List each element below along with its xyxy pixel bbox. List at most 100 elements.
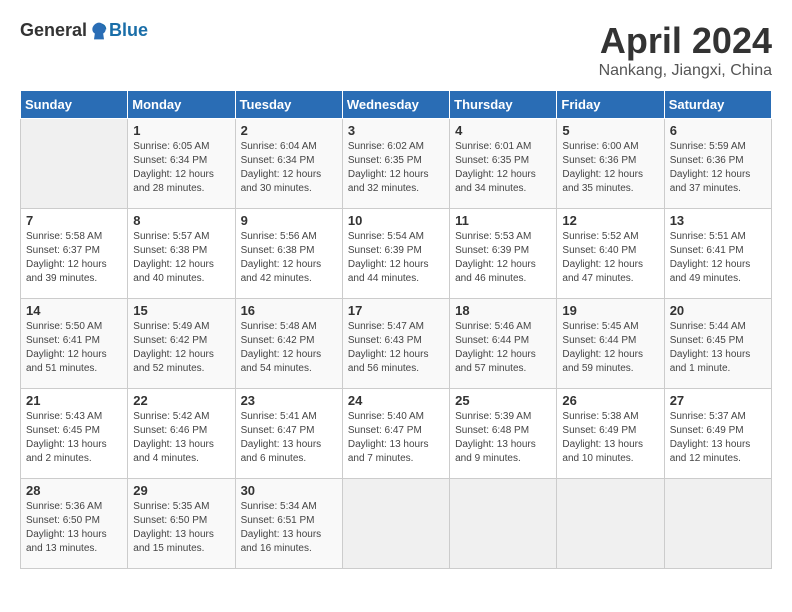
day-info: Sunrise: 6:01 AM Sunset: 6:35 PM Dayligh… — [455, 140, 551, 196]
day-info: Sunrise: 5:48 AM Sunset: 6:42 PM Dayligh… — [241, 320, 337, 376]
day-number: 30 — [241, 483, 337, 498]
calendar-cell: 20 Sunrise: 5:44 AM Sunset: 6:45 PM Dayli… — [664, 299, 771, 389]
header-day-monday: Monday — [128, 91, 235, 119]
calendar-cell: 30 Sunrise: 5:34 AM Sunset: 6:51 PM Dayli… — [235, 479, 342, 569]
calendar-cell: 23Sunrise: 5:41 AM Sunset: 6:47 PM Dayli… — [235, 389, 342, 479]
calendar-cell: 26Sunrise: 5:38 AM Sunset: 6:49 PM Dayli… — [557, 389, 664, 479]
calendar-cell: 28 Sunrise: 5:36 AM Sunset: 6:50 PM Dayli… — [21, 479, 128, 569]
day-number: 17 — [348, 303, 444, 318]
header-row: SundayMondayTuesdayWednesdayThursdayFrid… — [21, 91, 772, 119]
day-number: 1 — [133, 123, 229, 138]
calendar-cell: 17 Sunrise: 5:47 AM Sunset: 6:43 PM Dayli… — [342, 299, 449, 389]
header-day-friday: Friday — [557, 91, 664, 119]
day-number: 28 — [26, 483, 122, 498]
day-number: 27 — [670, 393, 766, 408]
day-info: Sunrise: 5:57 AM Sunset: 6:38 PM Dayligh… — [133, 230, 229, 286]
calendar-cell: 12Sunrise: 5:52 AM Sunset: 6:40 PM Dayli… — [557, 209, 664, 299]
logo-bird-icon — [89, 21, 109, 41]
day-number: 25 — [455, 393, 551, 408]
calendar-cell: 1 Sunrise: 6:05 AM Sunset: 6:34 PM Daylig… — [128, 119, 235, 209]
day-info: Sunrise: 5:37 AM Sunset: 6:49 PM Dayligh… — [670, 410, 766, 466]
calendar-cell: 16 Sunrise: 5:48 AM Sunset: 6:42 PM Dayli… — [235, 299, 342, 389]
day-info: Sunrise: 5:35 AM Sunset: 6:50 PM Dayligh… — [133, 500, 229, 556]
day-number: 13 — [670, 213, 766, 228]
day-info: Sunrise: 6:02 AM Sunset: 6:35 PM Dayligh… — [348, 140, 444, 196]
calendar-cell: 25Sunrise: 5:39 AM Sunset: 6:48 PM Dayli… — [450, 389, 557, 479]
day-info: Sunrise: 5:51 AM Sunset: 6:41 PM Dayligh… — [670, 230, 766, 286]
header-day-saturday: Saturday — [664, 91, 771, 119]
day-info: Sunrise: 6:04 AM Sunset: 6:34 PM Dayligh… — [241, 140, 337, 196]
day-number: 14 — [26, 303, 122, 318]
day-info: Sunrise: 5:44 AM Sunset: 6:45 PM Dayligh… — [670, 320, 766, 376]
calendar-cell — [557, 479, 664, 569]
location-title: Nankang, Jiangxi, China — [599, 62, 772, 80]
calendar-cell: 7 Sunrise: 5:58 AM Sunset: 6:37 PM Daylig… — [21, 209, 128, 299]
day-number: 9 — [241, 213, 337, 228]
day-number: 29 — [133, 483, 229, 498]
calendar-cell: 3 Sunrise: 6:02 AM Sunset: 6:35 PM Daylig… — [342, 119, 449, 209]
calendar-cell: 27 Sunrise: 5:37 AM Sunset: 6:49 PM Dayli… — [664, 389, 771, 479]
day-number: 18 — [455, 303, 551, 318]
day-info: Sunrise: 5:36 AM Sunset: 6:50 PM Dayligh… — [26, 500, 122, 556]
day-info: Sunrise: 5:43 AM Sunset: 6:45 PM Dayligh… — [26, 410, 122, 466]
day-info: Sunrise: 5:45 AM Sunset: 6:44 PM Dayligh… — [562, 320, 658, 376]
day-info: Sunrise: 5:40 AM Sunset: 6:47 PM Dayligh… — [348, 410, 444, 466]
day-info: Sunrise: 5:53 AM Sunset: 6:39 PM Dayligh… — [455, 230, 551, 286]
day-number: 19 — [562, 303, 658, 318]
calendar-cell: 21 Sunrise: 5:43 AM Sunset: 6:45 PM Dayli… — [21, 389, 128, 479]
week-row-2: 7 Sunrise: 5:58 AM Sunset: 6:37 PM Daylig… — [21, 209, 772, 299]
day-number: 10 — [348, 213, 444, 228]
calendar-table: SundayMondayTuesdayWednesdayThursdayFrid… — [20, 90, 772, 569]
day-number: 7 — [26, 213, 122, 228]
day-number: 6 — [670, 123, 766, 138]
day-number: 15 — [133, 303, 229, 318]
day-info: Sunrise: 5:56 AM Sunset: 6:38 PM Dayligh… — [241, 230, 337, 286]
day-info: Sunrise: 5:42 AM Sunset: 6:46 PM Dayligh… — [133, 410, 229, 466]
day-number: 11 — [455, 213, 551, 228]
day-number: 16 — [241, 303, 337, 318]
day-number: 20 — [670, 303, 766, 318]
day-info: Sunrise: 5:34 AM Sunset: 6:51 PM Dayligh… — [241, 500, 337, 556]
title-area: April 2024 Nankang, Jiangxi, China — [599, 20, 772, 80]
week-row-4: 21 Sunrise: 5:43 AM Sunset: 6:45 PM Dayli… — [21, 389, 772, 479]
day-number: 2 — [241, 123, 337, 138]
calendar-cell: 18 Sunrise: 5:46 AM Sunset: 6:44 PM Dayli… — [450, 299, 557, 389]
calendar-cell: 5Sunrise: 6:00 AM Sunset: 6:36 PM Daylig… — [557, 119, 664, 209]
calendar-cell: 2 Sunrise: 6:04 AM Sunset: 6:34 PM Daylig… — [235, 119, 342, 209]
day-info: Sunrise: 5:58 AM Sunset: 6:37 PM Dayligh… — [26, 230, 122, 286]
month-title: April 2024 — [599, 20, 772, 62]
day-info: Sunrise: 5:49 AM Sunset: 6:42 PM Dayligh… — [133, 320, 229, 376]
day-number: 22 — [133, 393, 229, 408]
week-row-3: 14 Sunrise: 5:50 AM Sunset: 6:41 PM Dayli… — [21, 299, 772, 389]
day-info: Sunrise: 5:54 AM Sunset: 6:39 PM Dayligh… — [348, 230, 444, 286]
logo-general-text: General — [20, 20, 87, 41]
day-number: 3 — [348, 123, 444, 138]
header: General Blue April 2024 Nankang, Jiangxi… — [20, 20, 772, 80]
day-info: Sunrise: 5:38 AM Sunset: 6:49 PM Dayligh… — [562, 410, 658, 466]
day-info: Sunrise: 5:46 AM Sunset: 6:44 PM Dayligh… — [455, 320, 551, 376]
calendar-cell: 19 Sunrise: 5:45 AM Sunset: 6:44 PM Dayli… — [557, 299, 664, 389]
day-info: Sunrise: 5:41 AM Sunset: 6:47 PM Dayligh… — [241, 410, 337, 466]
calendar-cell: 4 Sunrise: 6:01 AM Sunset: 6:35 PM Daylig… — [450, 119, 557, 209]
calendar-cell: 29 Sunrise: 5:35 AM Sunset: 6:50 PM Dayli… — [128, 479, 235, 569]
day-number: 4 — [455, 123, 551, 138]
calendar-cell — [664, 479, 771, 569]
calendar-cell — [21, 119, 128, 209]
day-number: 21 — [26, 393, 122, 408]
logo: General Blue — [20, 20, 148, 41]
calendar-cell: 8 Sunrise: 5:57 AM Sunset: 6:38 PM Daylig… — [128, 209, 235, 299]
header-day-wednesday: Wednesday — [342, 91, 449, 119]
day-info: Sunrise: 6:00 AM Sunset: 6:36 PM Dayligh… — [562, 140, 658, 196]
calendar-cell — [450, 479, 557, 569]
calendar-cell: 15 Sunrise: 5:49 AM Sunset: 6:42 PM Dayli… — [128, 299, 235, 389]
calendar-cell: 6Sunrise: 5:59 AM Sunset: 6:36 PM Daylig… — [664, 119, 771, 209]
day-number: 8 — [133, 213, 229, 228]
day-info: Sunrise: 5:50 AM Sunset: 6:41 PM Dayligh… — [26, 320, 122, 376]
calendar-cell: 22 Sunrise: 5:42 AM Sunset: 6:46 PM Dayli… — [128, 389, 235, 479]
day-info: Sunrise: 6:05 AM Sunset: 6:34 PM Dayligh… — [133, 140, 229, 196]
calendar-cell: 24Sunrise: 5:40 AM Sunset: 6:47 PM Dayli… — [342, 389, 449, 479]
calendar-cell — [342, 479, 449, 569]
day-info: Sunrise: 5:47 AM Sunset: 6:43 PM Dayligh… — [348, 320, 444, 376]
header-day-sunday: Sunday — [21, 91, 128, 119]
calendar-cell: 14 Sunrise: 5:50 AM Sunset: 6:41 PM Dayli… — [21, 299, 128, 389]
